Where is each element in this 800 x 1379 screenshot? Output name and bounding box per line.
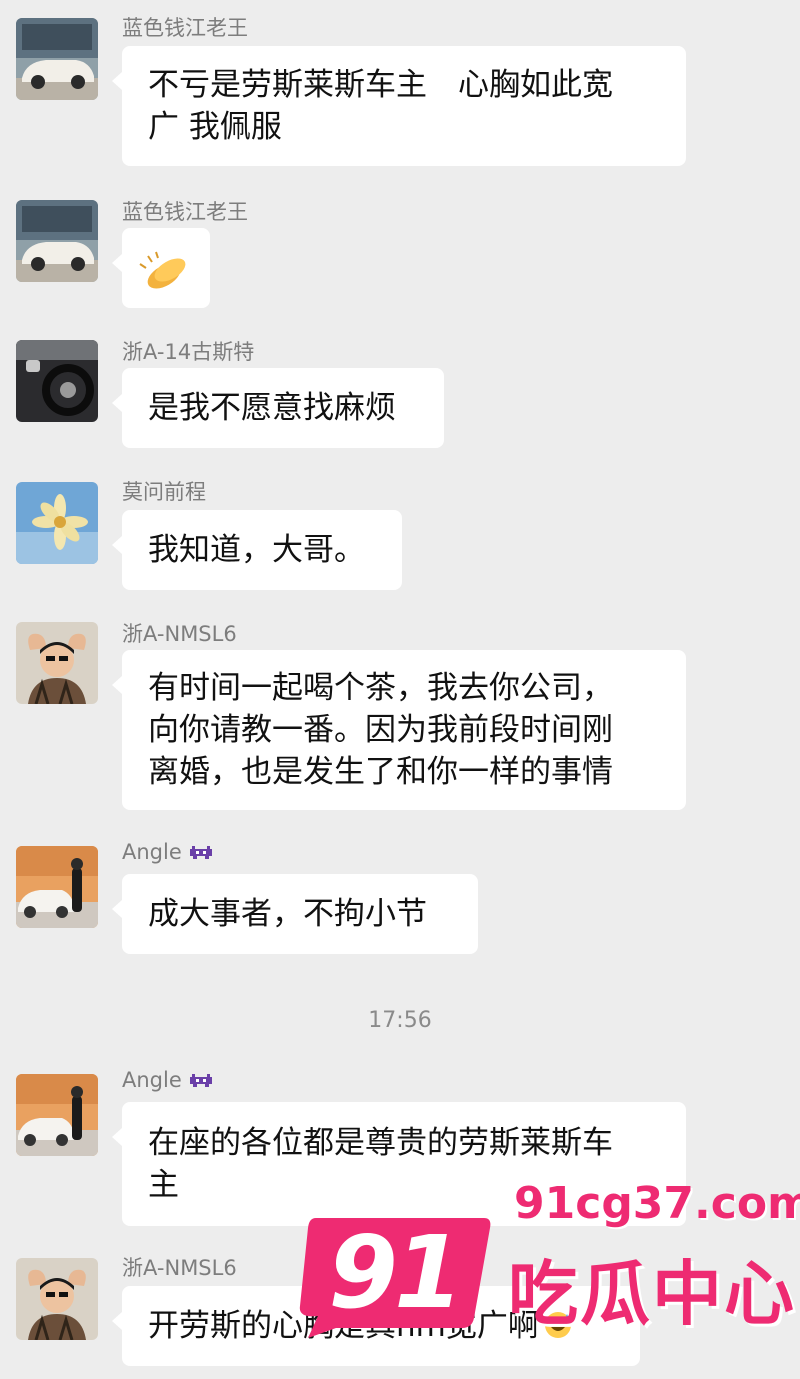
message-bubble[interactable]: 不亏是劳斯莱斯车主 心胸如此宽 广 我佩服: [112, 46, 686, 166]
sender-name-text: 蓝色钱江老王: [122, 16, 248, 40]
flower-photo-icon: [16, 482, 98, 564]
message-bubble[interactable]: 成大事者，不拘小节: [112, 874, 478, 954]
sender-name: 浙A-NMSL6: [122, 1252, 237, 1282]
message-text: 在座的各位都是尊贵的劳斯莱斯车: [148, 1125, 613, 1161]
message-text: 我知道，大哥。: [148, 532, 365, 568]
avatar[interactable]: [16, 482, 98, 564]
sender-name-text: Angle: [122, 1068, 182, 1092]
car-garage-photo-icon: [16, 846, 98, 928]
car-interior-icon: [16, 340, 98, 422]
alien-monster-icon: [189, 846, 212, 859]
car-photo-icon: [16, 18, 98, 100]
message-text: 向你请教一番。因为我前段时间刚: [148, 712, 613, 748]
message-text: 广 我佩服: [148, 109, 282, 145]
message-bubble[interactable]: 我知道，大哥。: [112, 510, 402, 590]
avatar[interactable]: [16, 200, 98, 282]
message-text: 是我不愿意找麻烦: [148, 390, 396, 426]
message-text: 成大事者，不拘小节: [148, 896, 427, 932]
avatar[interactable]: [16, 1258, 98, 1340]
watermark-url: 91cg37.com: [514, 1178, 800, 1229]
person-photo-icon: [16, 1258, 98, 1340]
avatar[interactable]: [16, 846, 98, 928]
car-garage-photo-icon: [16, 1074, 98, 1156]
alien-monster-icon: [189, 1074, 212, 1087]
sender-name-text: 浙A-14古斯特: [122, 340, 255, 364]
sender-name-text: 莫问前程: [122, 480, 206, 504]
sender-name-text: 蓝色钱江老王: [122, 200, 248, 224]
sender-name: 蓝色钱江老王: [122, 12, 248, 42]
message-bubble[interactable]: 是我不愿意找麻烦: [112, 368, 444, 448]
watermark-badge-text: 91: [328, 1214, 463, 1331]
message-bubble[interactable]: [112, 228, 210, 308]
message-text: 有时间一起喝个茶，我去你公司，: [148, 670, 613, 706]
message-text: 离婚，也是发生了和你一样的事情: [148, 754, 613, 790]
message-text: 不亏是劳斯莱斯车主 心胸如此宽: [148, 67, 613, 103]
sender-name: 浙A-NMSL6: [122, 618, 237, 648]
sender-name-text: 浙A-NMSL6: [122, 1256, 237, 1280]
chat-timestamp: 17:56: [368, 1008, 432, 1033]
sender-name-text: 浙A-NMSL6: [122, 622, 237, 646]
sender-name: 蓝色钱江老王: [122, 196, 248, 226]
clapping-hands-emoji: [139, 251, 186, 289]
sender-name: Angle: [122, 840, 214, 864]
car-photo-icon: [16, 200, 98, 282]
message-bubble[interactable]: 有时间一起喝个茶，我去你公司， 向你请教一番。因为我前段时间刚 离婚，也是发生了…: [112, 650, 686, 810]
sender-name: 莫问前程: [122, 476, 206, 506]
avatar[interactable]: [16, 1074, 98, 1156]
person-photo-icon: [16, 622, 98, 704]
avatar[interactable]: [16, 18, 98, 100]
avatar[interactable]: [16, 622, 98, 704]
sender-name: Angle: [122, 1068, 214, 1092]
watermark-name: 吃瓜中心: [508, 1253, 796, 1335]
sender-name-text: Angle: [122, 840, 182, 864]
sender-name: 浙A-14古斯特: [122, 336, 254, 366]
avatar[interactable]: [16, 340, 98, 422]
